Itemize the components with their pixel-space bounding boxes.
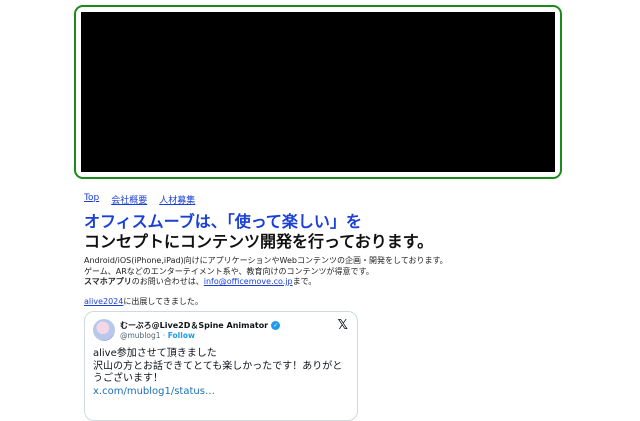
- event-notice: alive2024に出展してきました。: [84, 296, 203, 307]
- headline-line-2: コンセプトにコンテンツ開発を行っております。: [84, 232, 434, 251]
- tweet-author-name[interactable]: むーぶろ@Live2D＆Spine Animator: [120, 320, 268, 331]
- description-line-3: スマホアプリのお問い合わせは、info@officemove.co.jpまで。: [84, 277, 448, 288]
- tweet-separator: ·: [162, 331, 166, 340]
- description-end-text: まで。: [292, 277, 317, 286]
- follow-button[interactable]: Follow: [168, 331, 195, 340]
- headline-line-1: オフィスムーブは、「使って楽しい」を: [84, 212, 362, 231]
- description-line-2: ゲーム、ARなどのエンターテイメント系や、教育向けのコンテンツが得意です。: [84, 266, 374, 276]
- tweet-text-line-3: うございます！: [93, 373, 163, 384]
- x-logo-icon[interactable]: 𝕏: [338, 318, 348, 333]
- tweet-text-line-2: 沢山の方とお話できてとても楽しかったです！ありがと: [93, 360, 343, 372]
- tweet-handle-row: @mublog1 · Follow: [120, 331, 195, 340]
- description-contact-text: のお問い合わせは、: [131, 277, 204, 286]
- nav-link-company[interactable]: 会社概要: [111, 193, 147, 206]
- tweet-handle[interactable]: @mublog1: [120, 331, 161, 340]
- description-bold-app: スマホアプリ: [84, 277, 132, 286]
- page-headline: オフィスムーブは、「使って楽しい」を コンセプトにコンテンツ開発を行っております…: [84, 212, 433, 252]
- nav-link-top[interactable]: Top: [84, 193, 99, 206]
- description-line-1: Android/iOS(iPhone,iPad)向けにアプリケーションやWebコ…: [84, 256, 448, 265]
- top-banner: [74, 5, 562, 179]
- tweet-status-link[interactable]: x.com/mublog1/status…: [93, 386, 215, 397]
- event-link[interactable]: alive2024: [84, 297, 123, 306]
- event-notice-text: に出展してきました。: [123, 297, 203, 306]
- embedded-tweet[interactable]: むーぶろ@Live2D＆Spine Animator ✓ @mublog1 · …: [84, 311, 358, 421]
- avatar[interactable]: [93, 319, 115, 341]
- verified-badge-icon: ✓: [271, 321, 281, 330]
- nav-link-recruit[interactable]: 人材募集: [159, 193, 195, 206]
- banner-media: [81, 12, 555, 172]
- tweet-body: alive参加させて頂きました 沢山の方とお話できてとても楽しかったです！ありが…: [93, 348, 342, 398]
- tweet-text-line-1: alive参加させて頂きました: [93, 348, 217, 359]
- contact-email-link[interactable]: info@officemove.co.jp: [204, 277, 293, 286]
- tweet-author[interactable]: むーぶろ@Live2D＆Spine Animator ✓: [120, 320, 281, 331]
- main-nav: Top 会社概要 人材募集: [84, 193, 195, 206]
- company-description: Android/iOS(iPhone,iPad)向けにアプリケーションやWebコ…: [84, 256, 448, 288]
